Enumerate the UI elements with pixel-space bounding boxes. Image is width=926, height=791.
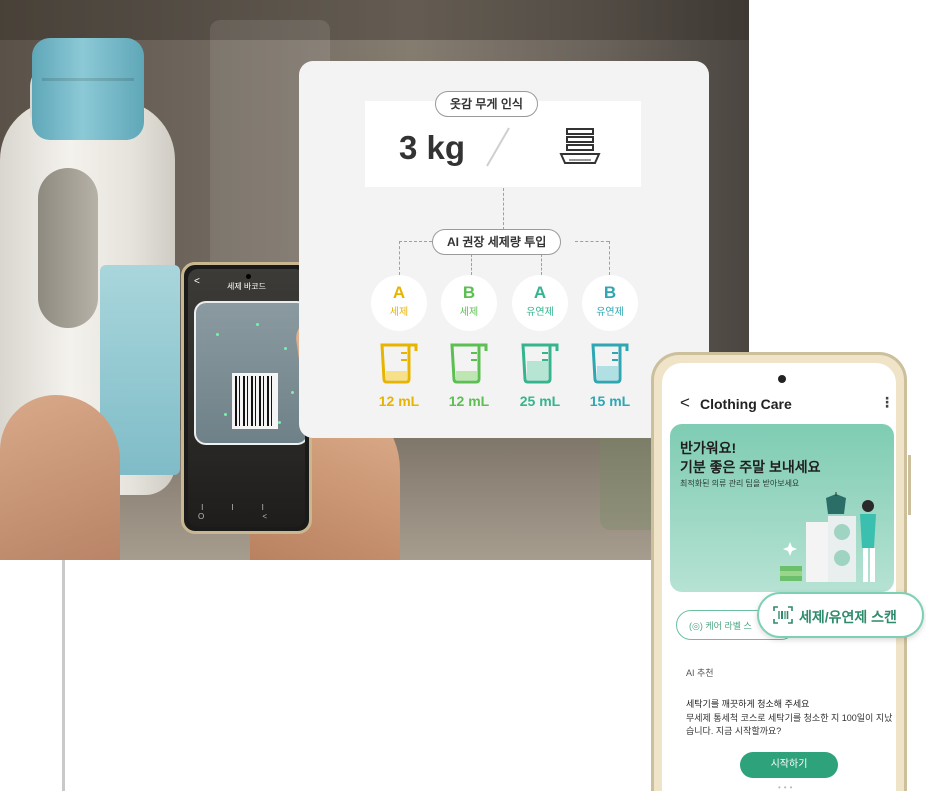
weight-pill: 옷감 무게 인식 [435,91,538,117]
measuring-cup-icon [380,343,418,384]
connector-line [503,188,504,230]
welcome-banner[interactable]: 반가워요! 기분 좋은 주말 보내세요 최적화된 의류 관리 팁을 받아보세요 [670,424,894,592]
banner-headline: 기분 좋은 주말 보내세요 [680,459,821,475]
amount-label: 25 mL [519,393,561,409]
background-shelf [0,0,749,40]
scan-dot [284,347,287,350]
page-title: Clothing Care [700,396,792,412]
laundry-illustration-icon [780,492,876,582]
banner-subtitle: 최적화된 의류 관리 팁을 받아보세요 [680,479,800,488]
scanner-title: 세제 바코드 [226,282,267,291]
scan-chip-label: 세제/유연제 스캔 [799,609,897,625]
bottle-cap [32,38,144,140]
bottle-handle [38,168,98,328]
weight-value: 3 kg [399,129,466,166]
scanner-phone: < 세제 바코드 III O < [181,262,312,534]
connector-line [399,241,432,242]
scan-dot [216,333,219,336]
camera-icon [246,274,251,279]
section-title: AI 추천 [686,668,714,678]
connector-line [471,254,472,275]
softener-a-badge: A 유연제 [512,275,568,331]
scale-icon [559,128,601,164]
info-card: 옷감 무게 인식 3 kg A 세제 B 세제 A 유연제 B 유연제 AI 권… [299,61,709,438]
measuring-cup-icon [521,343,559,384]
amount-label: 12 mL [378,393,420,409]
softener-b-badge: B 유연제 [582,275,638,331]
care-label-text: 케어 라벨 스 [705,621,752,631]
amount-label: 12 mL [448,393,490,409]
scan-dot [224,413,227,416]
care-label-icon: (◎) [689,621,703,631]
more-menu-icon[interactable]: ⋮ [880,394,894,411]
camera-icon [778,375,786,383]
scan-dot [291,391,294,394]
detergent-scan-button[interactable]: 세제/유연제 스캔 [757,592,924,638]
banner-greeting: 반가워요! [680,440,737,456]
detergent-a-badge: A 세제 [371,275,427,331]
scan-dot [278,421,281,424]
barcode-scan-icon [773,606,793,624]
recommendation-title: 세탁기를 깨끗하게 청소해 주세요 [686,699,810,709]
measuring-cup-icon [591,343,629,384]
scanner-screen: < 세제 바코드 III O < [188,269,305,527]
app-phone: < Clothing Care ⋮ 반가워요! 기분 좋은 주말 보내세요 최적… [651,352,911,791]
side-button [908,455,911,515]
recommendation-body: 무세제 통세척 코스로 세탁기를 청소한 지 100일이 지났습니다. 지금 시… [686,713,893,736]
app-screen: < Clothing Care ⋮ 반가워요! 기분 좋은 주말 보내세요 최적… [662,363,896,791]
left-hand [0,395,120,560]
detergent-b-badge: B 세제 [441,275,497,331]
ai-dosage-pill: AI 권장 세제량 투입 [432,229,562,255]
amount-label: 15 mL [589,393,631,409]
back-icon[interactable]: < [680,393,690,413]
page-indicator[interactable]: ••• [778,783,795,791]
connector-line [399,241,400,275]
start-button[interactable]: 시작하기 [740,752,838,778]
barcode-icon [232,373,278,429]
nav-bar[interactable]: III O < [188,503,305,521]
scan-frame [194,301,305,445]
measuring-cup-icon [450,343,488,384]
product-photo: < 세제 바코드 III O < 옷감 무게 인식 3 kg A 세제 B 세제… [0,0,749,560]
connector-line [609,241,610,275]
connector-line [575,241,609,242]
scan-dot [256,323,259,326]
connector-line [541,254,542,275]
